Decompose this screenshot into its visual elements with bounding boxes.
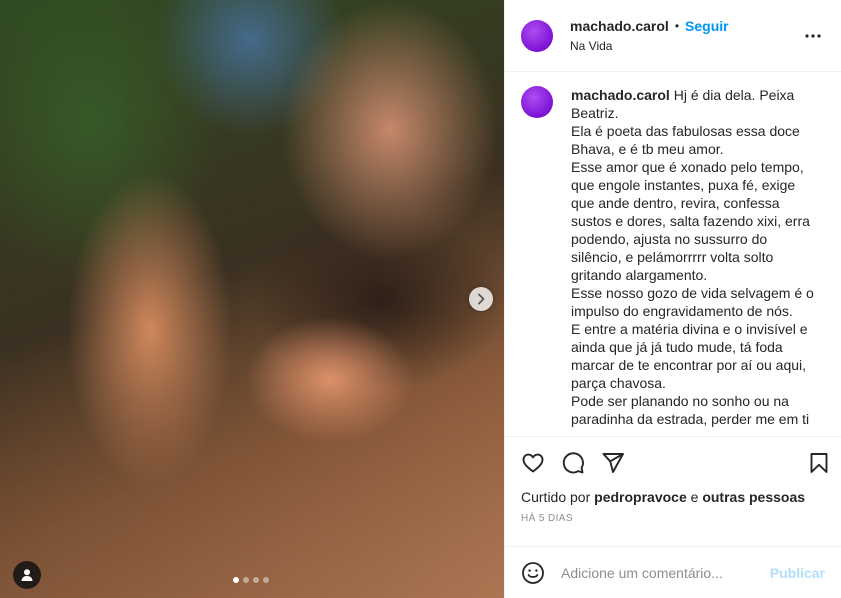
emoji-icon [522, 561, 544, 584]
like-button[interactable] [521, 451, 545, 475]
separator-dot: • [674, 19, 680, 33]
avatar[interactable] [521, 19, 553, 52]
liked-mid: e [686, 489, 703, 505]
publish-button[interactable]: Publicar [770, 565, 825, 581]
liked-prefix: Curtido por [521, 489, 595, 505]
post-photo[interactable] [0, 0, 504, 598]
share-icon [602, 453, 624, 473]
caption-area: machado.carol Hj é dia dela. Peixa Beatr… [505, 72, 841, 436]
emoji-button[interactable] [521, 561, 545, 585]
heart-icon [522, 453, 544, 473]
carousel-indicator [233, 577, 269, 583]
comment-button[interactable] [561, 451, 585, 475]
comment-bar: Publicar [505, 546, 841, 598]
post-sidebar: machado.carol • Seguir Na Vida machado.c… [504, 0, 841, 598]
likes-summary: Curtido por pedropravoce e outras pessoa… [505, 489, 841, 505]
chevron-right-icon [478, 293, 485, 305]
caption-text: machado.carol Hj é dia dela. Peixa Beatr… [571, 86, 815, 428]
header-text: machado.carol • Seguir Na Vida [570, 18, 801, 53]
photo-shade [0, 0, 504, 598]
location-link[interactable]: Na Vida [570, 39, 801, 53]
action-bar [505, 437, 841, 489]
actions-section: Curtido por pedropravoce e outras pessoa… [505, 436, 841, 524]
bookmark-icon [810, 453, 828, 473]
comment-input[interactable] [561, 564, 770, 581]
carousel-dot [253, 577, 259, 583]
liked-others-link[interactable]: outras pessoas [702, 489, 805, 505]
avatar[interactable] [521, 86, 553, 118]
user-tag-button[interactable] [13, 561, 41, 589]
caption-row: machado.carol Hj é dia dela. Peixa Beatr… [521, 86, 825, 428]
user-tag-icon [21, 569, 33, 581]
more-options-button[interactable] [801, 24, 825, 48]
carousel-dot [243, 577, 249, 583]
liked-user-link[interactable]: pedropravoce [594, 489, 687, 505]
carousel-dot [263, 577, 269, 583]
carousel-dot [233, 577, 239, 583]
save-button[interactable] [807, 451, 831, 475]
share-button[interactable] [601, 451, 625, 475]
caption-username[interactable]: machado.carol [571, 87, 670, 103]
follow-button[interactable]: Seguir [685, 18, 729, 34]
username-link[interactable]: machado.carol [570, 18, 669, 34]
carousel-next-button[interactable] [469, 287, 493, 311]
header-line: machado.carol • Seguir [570, 18, 801, 34]
more-horizontal-icon [805, 33, 821, 38]
post-header: machado.carol • Seguir Na Vida [505, 0, 841, 72]
caption-body: Hj é dia dela. Peixa Beatriz. Ela é poet… [571, 87, 814, 427]
post-date[interactable]: HÁ 5 DIAS [505, 505, 841, 524]
comment-icon [562, 452, 584, 474]
